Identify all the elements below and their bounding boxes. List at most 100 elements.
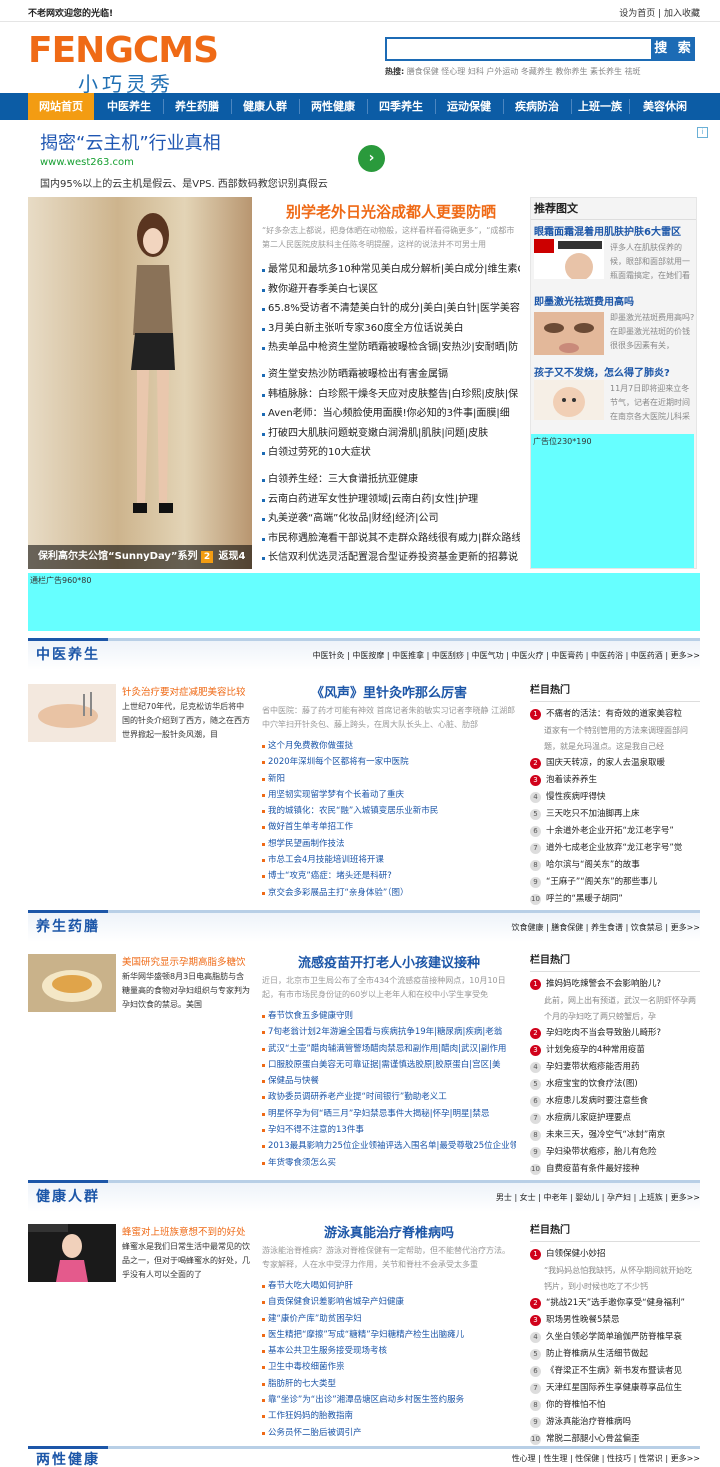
hot-item[interactable]: 9 孕妇染带状疱疹，胎儿有危险 xyxy=(530,1144,700,1161)
side-article-title[interactable]: 美国研究显示孕期高脂多糖饮 xyxy=(122,954,250,968)
list-item[interactable]: 孕妇不得不注意的13件事 xyxy=(262,1122,516,1138)
list-item[interactable]: 3月美白新主张听专家360度全方位话说美白 xyxy=(262,319,520,339)
section-tabs[interactable]: 性心理 | 性生理 | 性保健 | 性技巧 | 性常识 | 更多>> xyxy=(512,1453,700,1464)
arrow-right-icon[interactable]: › xyxy=(358,145,385,172)
section-title[interactable]: 两性健康 xyxy=(28,1446,108,1467)
hot-item[interactable]: 8 哈尔滨与“阁关东”的故事 xyxy=(530,857,700,874)
search-button[interactable]: 搜 索 xyxy=(653,37,695,61)
hot-item[interactable]: 9 “王麻子”“阁关东”的那些事儿 xyxy=(530,874,700,891)
hot-item[interactable]: 4 久坐白领必学简单瑜伽严防脊椎早衰 xyxy=(530,1329,700,1346)
main-article-title[interactable]: 游泳真能治疗脊椎病吗 xyxy=(262,1222,516,1241)
list-item[interactable]: 教你避开春季美白七误区 xyxy=(262,280,520,300)
list-item[interactable]: 自贡保健食识差影响省城孕产妇健康 xyxy=(262,1294,516,1310)
hot-item[interactable]: 6 《脊梁正不生病》新书发布暨读者见 xyxy=(530,1363,700,1380)
ad-info-icon[interactable]: i xyxy=(697,127,708,138)
section-title[interactable]: 养生药膳 xyxy=(28,910,108,939)
list-item[interactable]: 工作狂妈妈的胎教指南 xyxy=(262,1408,516,1424)
section-thumb[interactable] xyxy=(28,1224,116,1282)
focus-caption[interactable]: 保利高尔夫公馆“SunnyDay”系列 2 返现4 xyxy=(28,545,252,569)
nav-item-disease[interactable]: 疾病防治 xyxy=(504,93,570,120)
hot-item[interactable]: 8 未来三天，强冷空气“冰封”南京 xyxy=(530,1127,700,1144)
list-item[interactable]: 保健品与快餐 xyxy=(262,1073,516,1089)
list-item[interactable]: 2013最具影响力25位企业领袖评选入围名单|最受尊敬25位企业领 xyxy=(262,1138,516,1154)
list-item[interactable]: 基本公共卫生服务接受现场考核 xyxy=(262,1343,516,1359)
list-item[interactable]: 7旬老翁计划2年游遍全国看与疾病抗争19年|糖尿病|疾病|老翁 xyxy=(262,1024,516,1040)
hot-item[interactable]: 2 孕妇吃肉不当会导致胎儿畸形? xyxy=(530,1025,700,1042)
site-logo[interactable]: FENGCMS 小巧灵秀 xyxy=(28,30,228,96)
section-thumb[interactable] xyxy=(28,684,116,742)
nav-item-sex[interactable]: 两性健康 xyxy=(300,93,366,120)
hot-search-words[interactable]: 膳食保健 怪心理 妇科 户外运动 冬藏养生 教你养生 素长养生 祛斑 xyxy=(407,67,641,76)
side-article-title[interactable]: 蜂蜜对上班族意想不到的好处 xyxy=(122,1224,250,1238)
banner-ad-960x80[interactable]: 通栏广告960*80 xyxy=(28,573,700,631)
list-item[interactable]: 年货零食须怎么买 xyxy=(262,1155,516,1171)
top-links[interactable]: 设为首页 | 加入收藏 xyxy=(619,6,700,19)
list-item[interactable]: 明星怀孕为何“晒三月”孕妇禁忌事件大揭秘|怀孕|明星|禁忌 xyxy=(262,1106,516,1122)
list-item[interactable]: 白领养生经：三大食谱抵抗亚健康 xyxy=(262,470,520,490)
side-article-title[interactable]: 针灸治疗要对症减肥美容比较 xyxy=(122,684,250,698)
list-item[interactable]: 政协委员调研养老产业提“时间银行”勤助老义工 xyxy=(262,1089,516,1105)
list-item[interactable]: 2020年深圳每个区都将有一家中医院 xyxy=(262,754,516,770)
list-item[interactable]: 卫生中毒校细菌作祟 xyxy=(262,1359,516,1375)
focus-image[interactable]: 保利高尔夫公馆“SunnyDay”系列 2 返现4 xyxy=(28,197,252,569)
section-tabs[interactable]: 饮食健康 | 膳食保健 | 养生食谱 | 饮食禁忌 | 更多>> xyxy=(511,913,700,942)
recommend-item[interactable]: 即墨激光祛斑费用高吗 即墨激光祛斑费用高吗? 在即墨激光祛斑的价钱很很多因素有关… xyxy=(534,293,696,355)
hot-item[interactable]: 3 计划免疫孕的4种常用疫苗 xyxy=(530,1042,700,1059)
nav-item-home[interactable]: 网站首页 xyxy=(28,93,94,120)
hot-item[interactable]: 3 泡着读养养生 xyxy=(530,772,700,789)
nav-item-office[interactable]: 上班一族 xyxy=(572,93,628,120)
hot-item[interactable]: 4 慢性疾病呼得快 xyxy=(530,789,700,806)
list-item[interactable]: 医生精把“摩擦”写成“糖精”孕妇糖精产检生出脑瘫儿 xyxy=(262,1327,516,1343)
recommend-item-title[interactable]: 即墨激光祛斑费用高吗 xyxy=(534,293,696,308)
nav-item-seasons[interactable]: 四季养生 xyxy=(368,93,434,120)
section-thumb[interactable] xyxy=(28,954,116,1012)
hot-item[interactable]: 10 自费疫苗有条件最好接种 xyxy=(530,1161,700,1178)
list-item[interactable]: 春节饮食五多健康守则 xyxy=(262,1008,516,1024)
recommend-item[interactable]: 孩子又不发烧，怎么得了肺炎? 11月7日即将迎来立冬节气，记者在近期时间在南京各… xyxy=(534,364,696,421)
list-item[interactable]: 长信双利优选灵活配置混合型证券投资基金更新的招募说 xyxy=(262,548,520,568)
nav-item-groups[interactable]: 健康人群 xyxy=(232,93,298,120)
section-title[interactable]: 健康人群 xyxy=(28,1180,108,1209)
section-title[interactable]: 中医养生 xyxy=(28,638,108,667)
list-item[interactable]: 这个月免费教你做蛋挞 xyxy=(262,738,516,754)
list-item[interactable]: 做好首生单考单招工作 xyxy=(262,819,516,835)
section-tabs[interactable]: 男士 | 女士 | 中老年 | 婴幼儿 | 孕产妇 | 上班族 | 更多>> xyxy=(496,1183,700,1212)
top-ad[interactable]: 揭密“云主机”行业真相 www.west263.com 国内95%以上的云主机是… xyxy=(28,125,712,193)
list-item[interactable]: 京交会多彩展品主打“亲身体验”（图） xyxy=(262,885,516,901)
hot-item[interactable]: 1 白领保健小妙招 xyxy=(530,1246,700,1263)
hot-item[interactable]: 10 呼兰的“黑暖子胡同” xyxy=(530,891,700,908)
list-item[interactable]: 想学民望画制作技法 xyxy=(262,836,516,852)
hot-item[interactable]: 5 水痘宝宝的饮食疗法(图) xyxy=(530,1076,700,1093)
hot-item[interactable]: 4 孕妇妻带状疱疹能否用药 xyxy=(530,1059,700,1076)
list-item[interactable]: 云南白药进军女性护理领域|云南白药|女性|护理 xyxy=(262,490,520,510)
list-item[interactable]: 公务员怀二胎后被调引产 xyxy=(262,1425,516,1441)
list-item[interactable]: 韩植脉脉：白珍熙干燥冬天应对皮肤整告|白珍熙|皮肤|保 xyxy=(262,385,520,405)
list-item[interactable]: 博士“攻克”癌症：堵头还是科研? xyxy=(262,868,516,884)
hot-item[interactable]: 3 职场男性晚餐5禁忌 xyxy=(530,1312,700,1329)
list-item[interactable]: 用坚韧实现留学梦有个长着动了重庆 xyxy=(262,787,516,803)
hot-item[interactable]: 1 不痛者的活法：有奇效的道家美容粒 xyxy=(530,706,700,723)
hot-item[interactable]: 9 游泳真能治疗脊椎病吗 xyxy=(530,1414,700,1431)
ad-slot-230x190[interactable]: 广告位230*190 xyxy=(531,434,694,568)
hot-item[interactable]: 6 十余道外老企业开拓“龙江老字号” xyxy=(530,823,700,840)
hot-item[interactable]: 7 道外七成老企业放弃“龙江老字号”觉 xyxy=(530,840,700,857)
recommend-thumb[interactable] xyxy=(534,309,604,355)
list-item[interactable]: 建“康价产库”助贫困孕妇 xyxy=(262,1311,516,1327)
list-item[interactable]: Aven老师：当心频脸使用面膜!你必知的3件事|面膜|细 xyxy=(262,404,520,424)
list-item[interactable]: 春节大吃大喝如何护肝 xyxy=(262,1278,516,1294)
list-item[interactable]: 热卖单品中枪资生堂防晒霜被曝检含镉|安热沙|安耐晒|防 xyxy=(262,338,520,358)
list-item[interactable]: 最常见和最坑多10种常见美白成分解析|美白成分|维生素C xyxy=(262,260,520,280)
list-item[interactable]: 我的城镇化：农民“融”入城镇变居乐业新市民 xyxy=(262,803,516,819)
recommend-thumb[interactable] xyxy=(534,380,604,420)
focus-page-number[interactable]: 2 xyxy=(200,551,213,563)
list-item[interactable]: 武汉“土壶”醋肉辅满管警场醋肉禁忌和副作用|醋肉|武汉|副作用 xyxy=(262,1041,516,1057)
list-item[interactable]: 靠“坐诊”为“出诊”湘潭岳塘区启动乡村医生签约服务 xyxy=(262,1392,516,1408)
section-tabs[interactable]: 中医针灸 | 中医按摩 | 中医推拿 | 中医刮痧 | 中医气功 | 中医火疗 … xyxy=(313,641,700,670)
hot-item[interactable]: 1 推妈妈吃辣警会不会影响胎儿? xyxy=(530,976,700,993)
hot-item[interactable]: 7 水痘病儿家庭护理要点 xyxy=(530,1110,700,1127)
list-item[interactable]: 65.8%受访者不清楚美白针的成分|美白|美白针|医学美容 xyxy=(262,299,520,319)
main-article-title[interactable]: 流感疫苗开打老人小孩建议接种 xyxy=(262,952,516,971)
main-article-title[interactable]: 《风声》里针灸咋那么厉害 xyxy=(262,682,516,701)
recommend-item-title[interactable]: 孩子又不发烧，怎么得了肺炎? xyxy=(534,364,696,379)
list-item[interactable]: 打破四大肌肤问题蜕变嫩白润滑肌|肌肤|问题|皮肤 xyxy=(262,424,520,444)
